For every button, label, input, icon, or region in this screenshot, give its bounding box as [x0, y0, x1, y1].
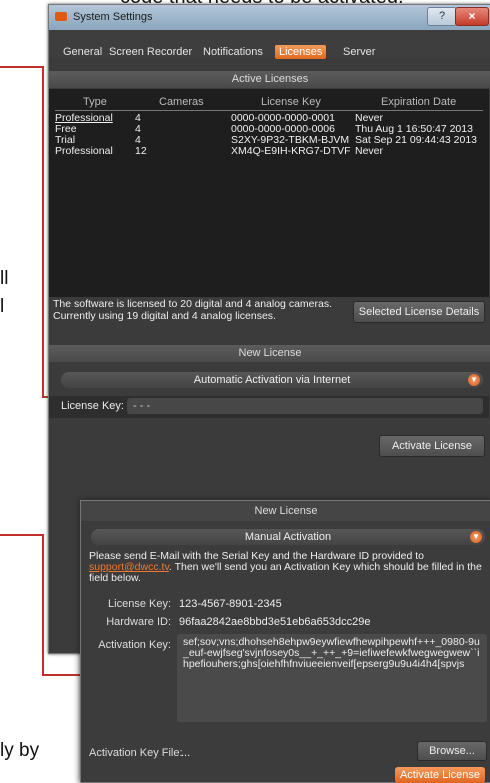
tab-licenses[interactable]: Licenses [275, 45, 327, 59]
license-summary: The software is licensed to 20 digital a… [53, 298, 332, 322]
browse-button[interactable]: Browse... [417, 741, 487, 761]
window-title: System Settings [73, 11, 153, 23]
new-license-header: New License [49, 345, 490, 362]
tab-screen-recorder[interactable]: Screen Recorder [109, 46, 192, 58]
document-text-line: l [0, 296, 5, 317]
title-bar[interactable]: System Settings ? × [49, 5, 490, 30]
activation-key-file-value: ... [181, 747, 191, 759]
tab-server[interactable]: Server [343, 46, 375, 58]
tab-general[interactable]: General [63, 46, 102, 58]
license-key-input[interactable]: - - - [127, 398, 483, 414]
hardware-id-label: Hardware ID: [106, 616, 171, 628]
callout-line-bottom-vertical [42, 534, 44, 674]
activation-method-dropdown[interactable]: Automatic Activation via Internet ▼ [61, 372, 483, 388]
manual-license-key-value: 123-4567-8901-2345 [179, 598, 282, 610]
summary-line: Currently using 19 digital and 4 analog … [53, 310, 276, 322]
settings-tabs: General Screen Recorder Notifications Li… [49, 30, 490, 59]
callout-line-bottom [0, 534, 42, 536]
manual-panel-header: New License [81, 501, 490, 521]
cell-expiration: Never [355, 145, 384, 157]
license-key-label: License Key: [61, 400, 124, 412]
manual-license-key-label: License Key: [108, 598, 171, 610]
activate-license-button[interactable]: Activate License [379, 435, 485, 457]
active-licenses-header: Active Licenses [49, 71, 490, 88]
activation-key-label: Activation Key: [98, 639, 171, 651]
chevron-down-icon: ▼ [470, 531, 482, 543]
table-row[interactable]: Professional 12 XM4Q-E9IH-KRG7-DTVF Neve… [55, 146, 483, 157]
document-text-line: ll [0, 268, 9, 289]
callout-line-top-vertical [42, 66, 44, 396]
manual-activation-panel: New License Manual Activation ▼ Please s… [80, 500, 490, 783]
cell-license-key: XM4Q-E9IH-KRG7-DTVF [231, 145, 351, 157]
activation-method-value: Automatic Activation via Internet [193, 374, 351, 386]
help-button[interactable]: ? [427, 7, 457, 26]
selected-license-details-button[interactable]: Selected License Details [353, 301, 485, 323]
manual-activation-method-value: Manual Activation [244, 531, 332, 543]
callout-line-top [0, 66, 42, 68]
document-text-line: ly by [0, 740, 40, 761]
activation-key-file-label: Activation Key File: [89, 747, 183, 759]
column-header-license-key[interactable]: License Key [261, 96, 321, 108]
column-header-expiration-date[interactable]: Expiration Date [381, 96, 456, 108]
hardware-id-value: 96faa2842ae8bbd3e51eb6a653dcc29e [179, 616, 371, 628]
activation-key-input[interactable]: sef;sov;vns;dhohseh8ehpw9eywfiewfhewpihp… [177, 634, 487, 722]
column-header-type[interactable]: Type [83, 96, 107, 108]
app-icon [55, 12, 67, 21]
licenses-table-header: Type Cameras License Key Expiration Date [55, 96, 483, 111]
cell-type: Professional [55, 145, 113, 157]
chevron-down-icon: ▼ [468, 374, 480, 386]
summary-line: The software is licensed to 20 digital a… [53, 298, 332, 310]
manual-activation-method-dropdown[interactable]: Manual Activation ▼ [91, 529, 485, 545]
column-header-cameras[interactable]: Cameras [159, 96, 204, 108]
close-button[interactable]: × [455, 7, 489, 26]
manual-activation-instructions: Please send E-Mail with the Serial Key a… [89, 551, 485, 584]
cell-cameras: 12 [135, 145, 147, 157]
tab-notifications[interactable]: Notifications [203, 46, 263, 58]
